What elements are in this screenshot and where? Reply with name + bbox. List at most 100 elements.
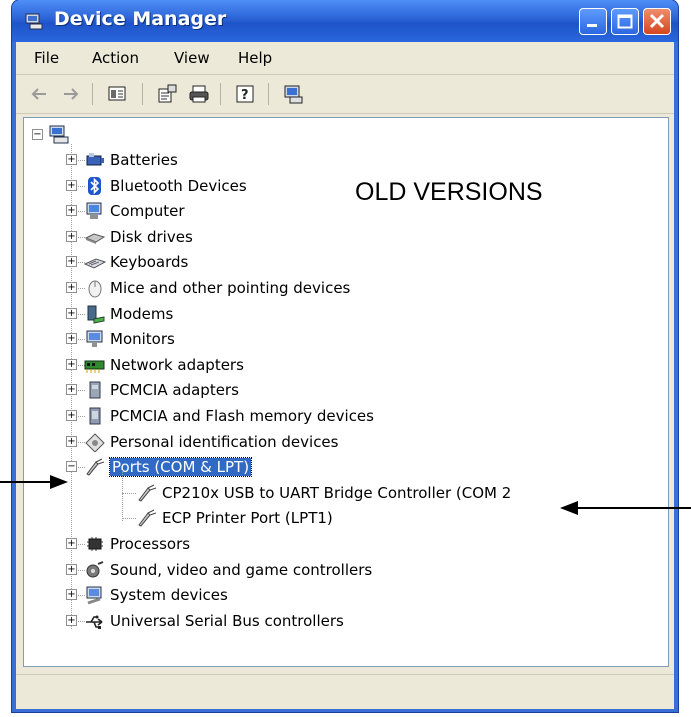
tree-item-label: Processors (110, 535, 191, 553)
window-client: File Action View Help ? − + Batteries + … (16, 42, 674, 709)
disk-drive-icon (84, 233, 106, 244)
tree-item[interactable]: + Network adapters (24, 354, 664, 378)
keyboard-icon (84, 258, 106, 269)
title-bar[interactable]: Device Manager (12, 0, 678, 42)
menu-bar: File Action View Help (16, 42, 674, 75)
toolbar: ? (16, 75, 674, 114)
expand-toggle[interactable]: + (66, 256, 77, 268)
properties-icon[interactable] (156, 83, 178, 105)
close-button[interactable] (643, 8, 671, 35)
port-icon (138, 484, 157, 502)
device-manager-window: Device Manager File Action View Help ? −… (12, 0, 678, 712)
mouse-icon (88, 280, 102, 298)
expand-toggle[interactable]: + (66, 179, 77, 191)
modem-icon (87, 305, 105, 324)
expand-toggle[interactable]: + (66, 435, 77, 447)
window-title: Device Manager (54, 8, 227, 30)
pcmcia-flash-icon (89, 407, 101, 425)
sound-icon (86, 560, 104, 578)
tree-connector (122, 469, 123, 521)
forward-icon[interactable] (60, 83, 82, 105)
tree-item-label: Network adapters (110, 355, 244, 374)
expand-toggle[interactable]: + (66, 333, 77, 345)
tree-item-label: Personal identification devices (110, 432, 339, 451)
help-icon[interactable]: ? (234, 83, 256, 105)
identification-icon (85, 432, 105, 452)
expand-toggle[interactable]: + (66, 410, 77, 421)
scan-hardware-icon[interactable] (282, 83, 304, 105)
usb-icon (86, 615, 103, 629)
computer-root-icon (49, 125, 69, 144)
tree-item-label: Batteries (110, 151, 178, 169)
minimize-button[interactable] (579, 8, 607, 35)
print-icon[interactable] (188, 83, 210, 105)
menu-action[interactable]: Action (92, 49, 139, 67)
expand-toggle[interactable]: + (66, 614, 77, 626)
maximize-button[interactable] (611, 8, 639, 35)
expand-toggle[interactable]: + (66, 154, 77, 165)
toolbar-separator (142, 83, 143, 105)
tree-item-label: Universal Serial Bus controllers (110, 611, 344, 630)
back-icon[interactable] (28, 83, 50, 105)
bluetooth-icon (88, 176, 101, 195)
tree-connector (122, 518, 136, 520)
menu-help[interactable]: Help (238, 49, 272, 67)
tree-item[interactable]: + Keyboards (24, 251, 664, 275)
port-icon (86, 458, 105, 476)
tree-item[interactable]: + PCMCIA and Flash memory devices (24, 405, 664, 429)
tree-root[interactable]: − (28, 124, 88, 148)
monitor-icon (86, 330, 103, 348)
expand-toggle[interactable]: + (66, 358, 77, 370)
expand-toggle[interactable]: + (66, 589, 77, 601)
tree-item-label: Sound, video and game controllers (110, 560, 373, 579)
tree-child-label: CP210x USB to UART Bridge Controller (CO… (162, 483, 512, 502)
tree-item[interactable]: + System devices (24, 584, 664, 608)
tree-item[interactable]: + Computer (24, 200, 664, 224)
maximize-icon (617, 14, 633, 29)
tree-item[interactable]: + Universal Serial Bus controllers (24, 610, 664, 634)
tree-item[interactable]: + Disk drives (24, 226, 664, 250)
svg-text:?: ? (241, 88, 249, 103)
device-manager-icon (25, 13, 43, 30)
device-tree[interactable]: − + Batteries + Bluetooth Devices + Computer +… (23, 117, 669, 667)
arrow-to-ports-icon (0, 475, 68, 489)
close-icon (649, 13, 665, 29)
tree-item-label: PCMCIA and Flash memory devices (110, 407, 374, 425)
processor-icon (87, 537, 103, 551)
expand-toggle[interactable]: + (66, 307, 77, 319)
expand-toggle[interactable]: + (66, 282, 77, 293)
tree-item[interactable]: + Mice and other pointing devices (24, 277, 664, 301)
expand-toggle[interactable]: + (66, 384, 77, 396)
tree-item[interactable]: − Ports (COM & LPT) (24, 456, 664, 480)
tree-item-label: System devices (110, 586, 228, 605)
expand-toggle[interactable]: + (66, 538, 77, 549)
tree-item[interactable]: + Sound, video and game controllers (24, 559, 664, 583)
menu-view[interactable]: View (174, 49, 210, 67)
tree-item[interactable]: + Modems (24, 303, 664, 327)
tree-item-label: Computer (110, 202, 185, 221)
tree-item[interactable]: + Processors (24, 533, 664, 557)
tree-item-label: Disk drives (110, 227, 193, 246)
tree-item-label: Monitors (110, 330, 175, 349)
tree-item[interactable]: + PCMCIA adapters (24, 379, 664, 403)
tree-item-label: Mice and other pointing devices (110, 279, 351, 297)
menu-file[interactable]: File (34, 49, 59, 67)
tree-item[interactable]: + Batteries (24, 149, 664, 173)
toolbar-separator (92, 83, 93, 105)
battery-icon (86, 153, 104, 166)
tree-item[interactable]: + Bluetooth Devices (24, 175, 664, 199)
tree-item[interactable]: + Personal identification devices (24, 431, 664, 455)
expand-toggle[interactable]: + (66, 563, 77, 575)
show-hide-console-tree-icon[interactable] (106, 83, 128, 105)
toolbar-separator (268, 83, 269, 105)
toolbar-separator (220, 83, 221, 105)
tree-item-label: Ports (COM & LPT) (108, 457, 253, 478)
tree-item[interactable]: + Monitors (24, 328, 664, 352)
tree-child-label: ECP Printer Port (LPT1) (162, 509, 333, 528)
tree-item-label: Bluetooth Devices (110, 176, 247, 195)
expand-toggle[interactable]: + (66, 205, 77, 217)
expand-toggle[interactable]: + (66, 230, 77, 242)
collapse-toggle[interactable]: − (32, 129, 43, 140)
old-versions-label: OLD VERSIONS (355, 178, 543, 206)
system-devices-icon (86, 586, 102, 605)
